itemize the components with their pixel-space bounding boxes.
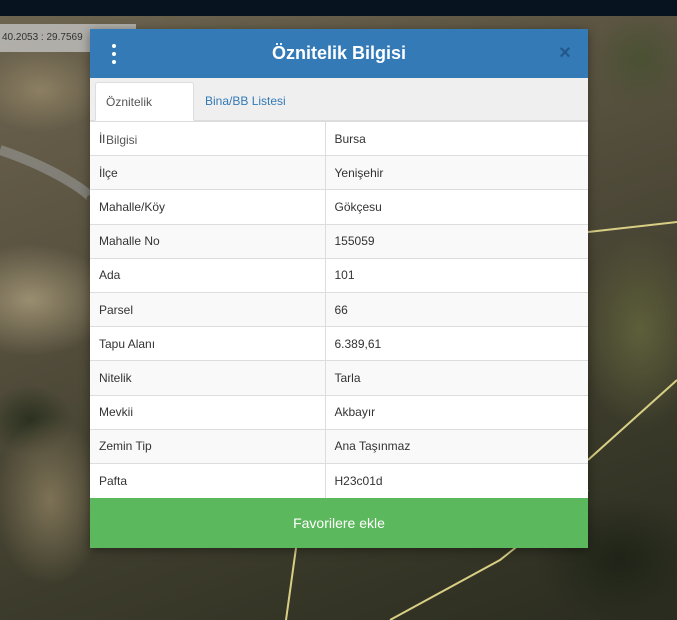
attribute-key: İlçe: [90, 155, 326, 190]
table-row: Parsel 66: [90, 291, 588, 327]
attribute-key: Zemin Tip: [90, 428, 326, 464]
attribute-value: H23c01d: [325, 462, 588, 498]
attribute-value: 101: [325, 257, 588, 293]
attribute-key: İl: [90, 120, 326, 156]
attribute-value: 6.389,61: [325, 326, 588, 361]
tab-bar: Öznitelik Bilgisi Bina/BB Listesi: [90, 78, 588, 147]
attribute-key: Mevkii: [90, 394, 326, 430]
tab-building-list[interactable]: Bina/BB Listesi: [195, 82, 296, 121]
dialog-header: Öznitelik Bilgisi ×: [90, 29, 588, 78]
table-row: Pafta H23c01d: [90, 462, 588, 498]
table-row: Mevkii Akbayır: [90, 394, 588, 430]
attribute-value: Tarla: [325, 360, 588, 395]
table-row: Mahalle/Köy Gökçesu: [90, 189, 588, 225]
table-row: Mahalle No 155059: [90, 223, 588, 259]
close-icon[interactable]: ×: [554, 41, 576, 65]
attribute-value: Yenişehir: [325, 155, 588, 190]
add-to-favorites-button[interactable]: Favorilere ekle: [90, 498, 588, 548]
attribute-key: Nitelik: [90, 360, 326, 395]
attribute-table: İl Bursa İlçe Yenişehir Mahalle/Köy Gökç…: [90, 120, 588, 498]
attribute-value: 155059: [325, 223, 588, 259]
table-row: İlçe Yenişehir: [90, 155, 588, 190]
attribute-value: Gökçesu: [325, 189, 588, 225]
attribute-value: 66: [325, 291, 588, 327]
attribute-key: Mahalle/Köy: [90, 189, 326, 225]
attribute-key: Ada: [90, 257, 326, 293]
table-row: İl Bursa: [90, 120, 588, 156]
top-bar: [0, 0, 677, 16]
table-row: Tapu Alanı 6.389,61: [90, 326, 588, 361]
attribute-value: Bursa: [325, 120, 588, 156]
attribute-key: Parsel: [90, 291, 326, 327]
attribute-value: Ana Taşınmaz: [325, 428, 588, 464]
attribute-info-dialog: Öznitelik Bilgisi × Öznitelik Bilgisi Bi…: [90, 29, 588, 548]
table-row: Ada 101: [90, 257, 588, 293]
attribute-value: Akbayır: [325, 394, 588, 430]
dialog-title: Öznitelik Bilgisi: [271, 43, 407, 63]
attribute-key: Mahalle No: [90, 223, 326, 259]
kebab-menu-icon[interactable]: [110, 44, 118, 64]
table-row: Nitelik Tarla: [90, 360, 588, 395]
tab-attribute-info[interactable]: Öznitelik Bilgisi: [95, 82, 194, 147]
table-row: Zemin Tip Ana Taşınmaz: [90, 428, 588, 464]
attribute-key: Pafta: [90, 462, 326, 498]
attribute-key: Tapu Alanı: [90, 326, 326, 361]
